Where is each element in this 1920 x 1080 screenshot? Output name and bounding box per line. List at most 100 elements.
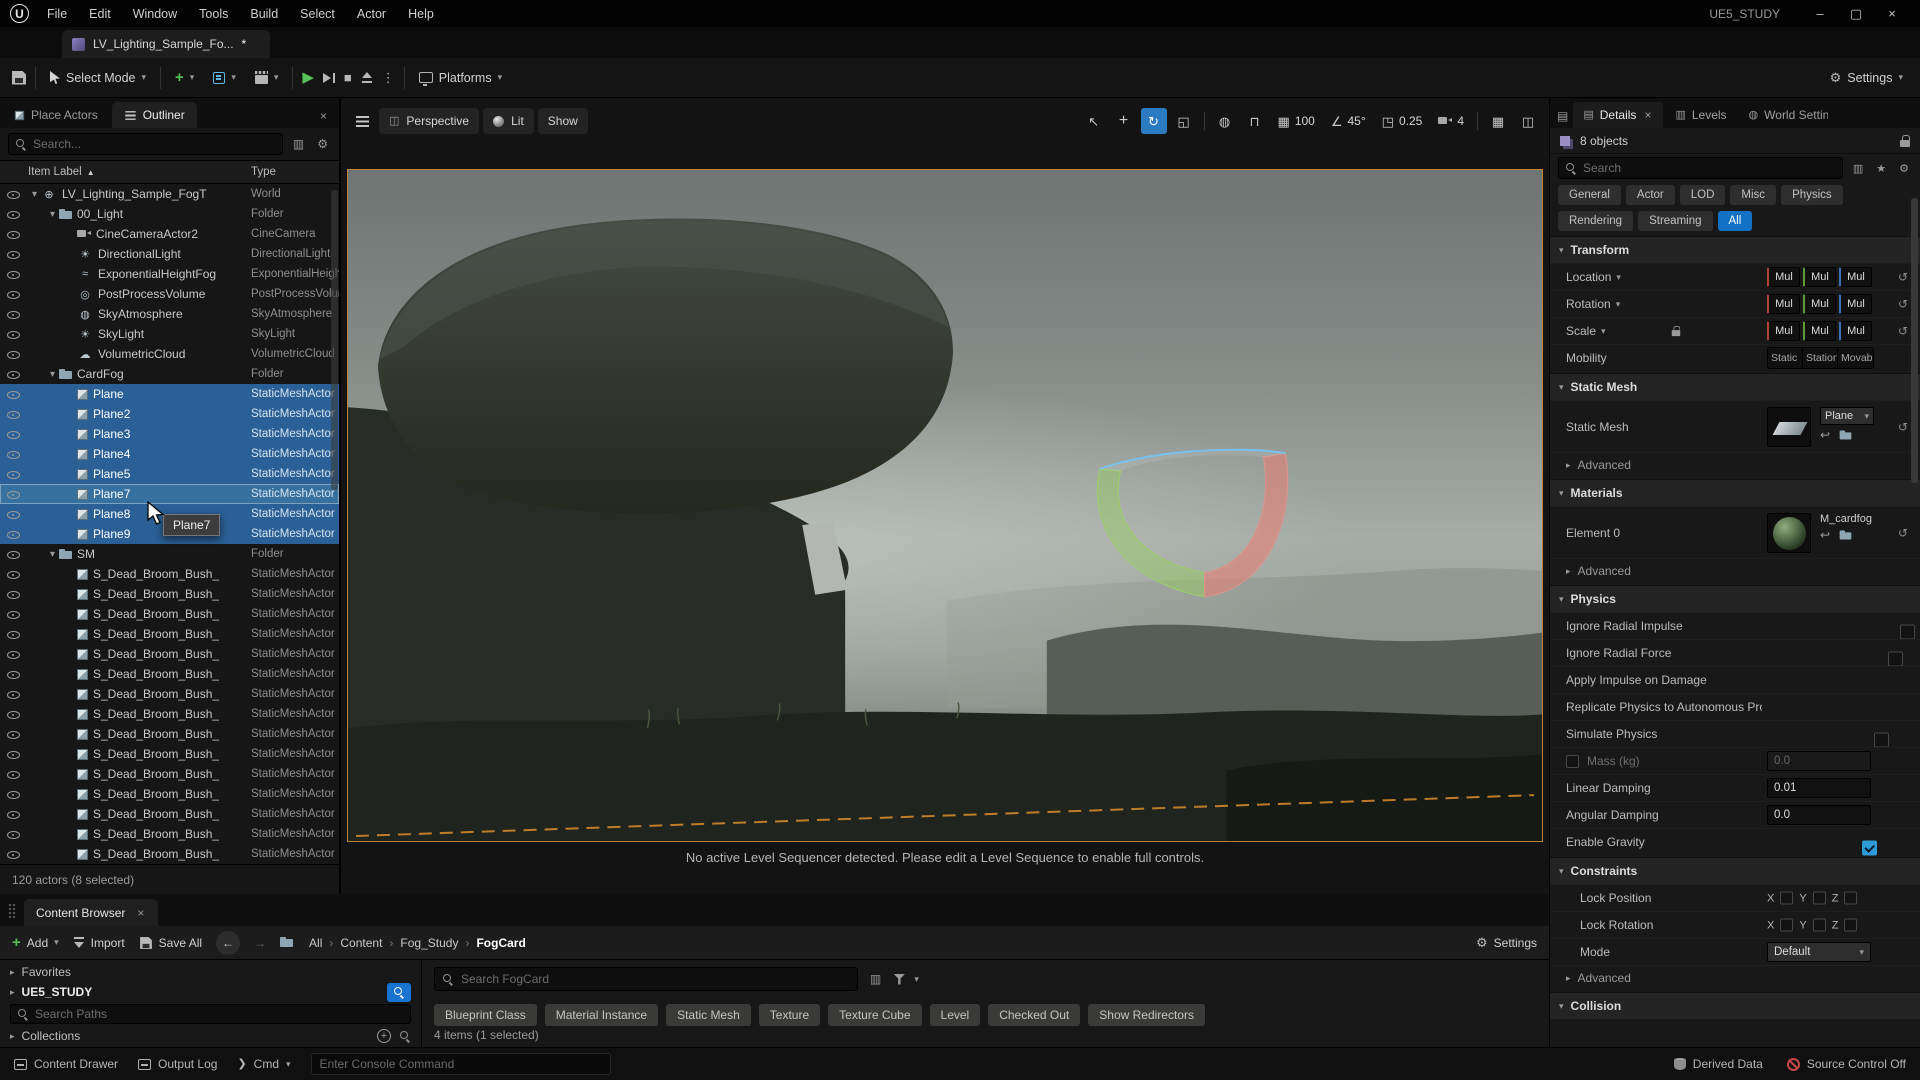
outliner-row[interactable]: ▾⊕LV_Lighting_Sample_FogTWorld [0, 184, 339, 204]
outliner-row[interactable]: S_Dead_Broom_Bush_StaticMeshActor [0, 824, 339, 844]
outliner-row[interactable]: S_Dead_Broom_Bush_StaticMeshActor [0, 744, 339, 764]
visibility-toggle[interactable] [0, 724, 26, 744]
menu-actor[interactable]: Actor [347, 4, 396, 24]
reset-to-default-icon[interactable]: ↺ [1898, 297, 1908, 311]
outliner-row[interactable]: ◎PostProcessVolumePostProcessVolume [0, 284, 339, 304]
override-checkbox[interactable] [1566, 755, 1579, 768]
filter-tab-rendering[interactable]: Rendering [1558, 211, 1633, 231]
derived-data-button[interactable]: Derived Data [1674, 1057, 1763, 1071]
menu-tools[interactable]: Tools [189, 4, 238, 24]
outliner-row[interactable]: ☁VolumetricCloudVolumetricCloud [0, 344, 339, 364]
category-tab-actor[interactable]: Actor [1626, 185, 1675, 205]
visibility-toggle[interactable] [0, 344, 26, 364]
visibility-toggle[interactable] [0, 764, 26, 784]
view-mode-dropdown[interactable]: Lit [483, 108, 534, 134]
ignore-radial-impulse-checkbox[interactable] [1900, 624, 1915, 639]
add-button[interactable]: + Add▾ [12, 935, 59, 950]
outliner-row[interactable]: S_Dead_Broom_Bush_StaticMeshActor [0, 704, 339, 724]
scale-y-field[interactable]: Mul [1803, 321, 1836, 341]
3d-viewport[interactable] [347, 169, 1543, 842]
lock-rotation-z-checkbox[interactable] [1844, 919, 1857, 932]
perspective-dropdown[interactable]: ◫Perspective [379, 108, 479, 134]
location-y-field[interactable]: Mul [1803, 267, 1836, 287]
advanced-expander[interactable]: ▸ Advanced [1550, 558, 1920, 583]
menu-window[interactable]: Window [123, 4, 187, 24]
level-asset-tab[interactable]: LV_Lighting_Sample_Fo... * [62, 30, 270, 58]
expander-caret-icon[interactable]: ▾ [28, 189, 41, 200]
breadcrumb-item-fog-study[interactable]: Fog_Study [398, 936, 460, 950]
breadcrumb-item-all[interactable]: All [307, 936, 324, 950]
outliner-row[interactable]: Plane4StaticMeshActor [0, 444, 339, 464]
rotation-snap-button[interactable]: ∠45° [1325, 108, 1372, 134]
outliner-row[interactable]: S_Dead_Broom_Bush_StaticMeshActor [0, 564, 339, 584]
panel-menu-icon[interactable]: ▤ [1554, 109, 1571, 123]
visibility-toggle[interactable] [0, 364, 26, 384]
outliner-row[interactable]: ≈ExponentialHeightFogExponentialHeightFo… [0, 264, 339, 284]
section-header-collision[interactable]: ▾ Collision [1550, 992, 1920, 1019]
mobility-stationary[interactable]: Stationary [1803, 348, 1838, 368]
lock-rotation-x-checkbox[interactable] [1780, 919, 1793, 932]
category-tab-lod[interactable]: LOD [1680, 185, 1726, 205]
mass-kg-input[interactable]: 0.0 [1767, 751, 1871, 771]
stop-button[interactable]: ■ [344, 71, 352, 84]
play-options-kebab-icon[interactable]: ⋮ [382, 71, 395, 84]
cmd-dropdown[interactable]: ❯ Cmd▾ [237, 1057, 290, 1071]
visibility-toggle[interactable] [0, 324, 26, 344]
breadcrumb-item-fogcard[interactable]: FogCard [474, 936, 527, 950]
outliner-row[interactable]: S_Dead_Broom_Bush_StaticMeshActor [0, 604, 339, 624]
save-icon[interactable] [12, 71, 26, 85]
tab-details[interactable]: ▤ Details × [1573, 102, 1663, 128]
visibility-toggle[interactable] [0, 464, 26, 484]
category-tab-misc[interactable]: Misc [1730, 185, 1776, 205]
surface-snap-button[interactable]: ⊓ [1242, 108, 1268, 134]
visibility-toggle[interactable] [0, 224, 26, 244]
section-header-constraints[interactable]: ▾ Constraints [1550, 857, 1920, 884]
outliner-row[interactable]: S_Dead_Broom_Bush_StaticMeshActor [0, 764, 339, 784]
location-x-field[interactable]: Mul [1767, 267, 1800, 287]
asset-search-input[interactable]: Search FogCard [434, 967, 858, 991]
outliner-row[interactable]: S_Dead_Broom_Bush_StaticMeshActor [0, 724, 339, 744]
favorites-star-icon[interactable]: ★ [1873, 162, 1889, 175]
visibility-toggle[interactable] [0, 524, 26, 544]
filter-chip-static-mesh[interactable]: Static Mesh [666, 1004, 751, 1026]
visibility-toggle[interactable] [0, 584, 26, 604]
filter-tab-all[interactable]: All [1718, 211, 1753, 231]
viewport-options-button[interactable] [349, 108, 375, 134]
close-icon[interactable]: × [310, 109, 337, 128]
filter-chip-texture-cube[interactable]: Texture Cube [828, 1004, 921, 1026]
tab-content-browser[interactable]: Content Browser × [24, 899, 158, 926]
tab-place-actors[interactable]: Place Actors [2, 102, 110, 128]
browse-to-asset-icon[interactable] [1840, 430, 1852, 440]
outliner-row[interactable]: ▾SMFolder [0, 544, 339, 564]
outliner-row[interactable]: CineCameraActor2CineCamera [0, 224, 339, 244]
unreal-logo-icon[interactable]: U [10, 4, 29, 23]
visibility-toggle[interactable] [0, 784, 26, 804]
location-z-field[interactable]: Mul [1839, 267, 1872, 287]
reset-to-default-icon[interactable]: ↺ [1898, 324, 1908, 338]
outliner-row[interactable]: S_Dead_Broom_Bush_StaticMeshActor [0, 684, 339, 704]
outliner-row[interactable]: S_Dead_Broom_Bush_StaticMeshActor [0, 584, 339, 604]
back-button[interactable]: ← [216, 931, 240, 955]
source-control-button[interactable]: Source Control Off [1787, 1057, 1906, 1071]
menu-select[interactable]: Select [290, 4, 345, 24]
visibility-toggle[interactable] [0, 424, 26, 444]
console-command-input[interactable]: Enter Console Command [311, 1053, 611, 1075]
visibility-toggle[interactable] [0, 544, 26, 564]
menu-help[interactable]: Help [398, 4, 444, 24]
outliner-row[interactable]: S_Dead_Broom_Bush_StaticMeshActor [0, 624, 339, 644]
location-space-dropdown[interactable]: Location▾ [1566, 270, 1621, 284]
visibility-toggle[interactable] [0, 204, 26, 224]
outliner-column-header[interactable]: Item Label▲ Type [0, 160, 339, 184]
search-collections-icon[interactable] [399, 1030, 411, 1042]
visibility-toggle[interactable] [0, 684, 26, 704]
mobility-static[interactable]: Static [1768, 348, 1803, 368]
visibility-toggle[interactable] [0, 824, 26, 844]
filter-funnel-icon[interactable] [893, 974, 905, 985]
play-button[interactable]: ▶ [302, 70, 314, 85]
visibility-toggle[interactable] [0, 844, 26, 864]
reset-to-default-icon[interactable]: ↺ [1898, 420, 1908, 434]
scale-x-field[interactable]: Mul [1767, 321, 1800, 341]
tab-levels[interactable]: ▥ Levels [1665, 102, 1736, 128]
category-tab-general[interactable]: General [1558, 185, 1621, 205]
visibility-toggle[interactable] [0, 644, 26, 664]
